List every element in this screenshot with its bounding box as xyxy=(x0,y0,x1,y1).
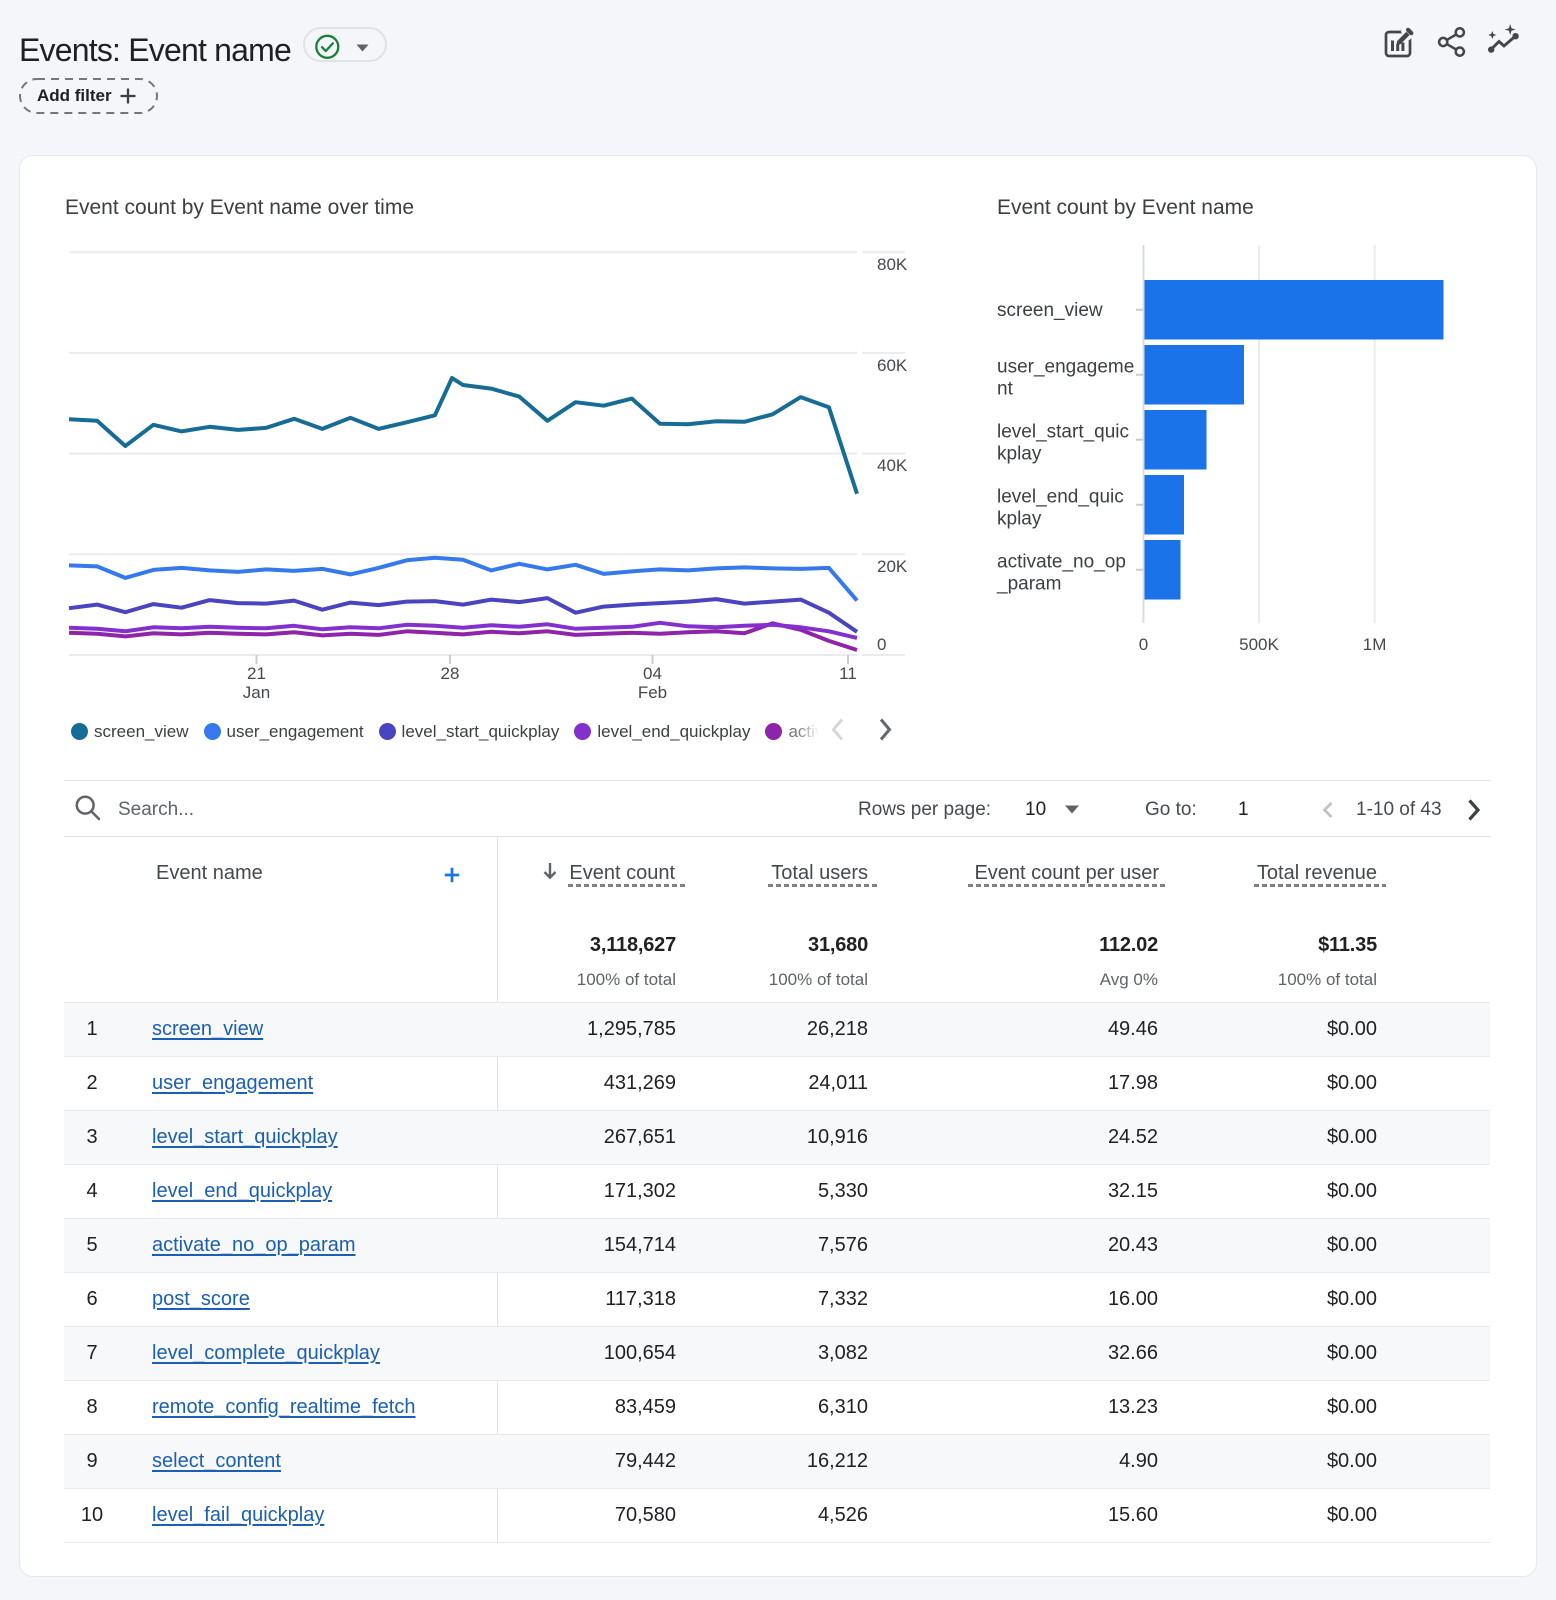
svg-text:28: 28 xyxy=(441,664,460,683)
svg-text:04: 04 xyxy=(643,664,662,683)
svg-text:0: 0 xyxy=(1139,635,1148,654)
svg-text:21: 21 xyxy=(247,664,266,683)
svg-text:kplay: kplay xyxy=(997,509,1042,530)
svg-text:_param: _param xyxy=(996,574,1061,595)
svg-text:level_end_quic: level_end_quic xyxy=(997,487,1124,508)
svg-text:Jan: Jan xyxy=(243,683,270,702)
svg-text:activate_no_op: activate_no_op xyxy=(997,552,1126,573)
svg-text:level_start_quic: level_start_quic xyxy=(997,422,1129,443)
svg-text:1M: 1M xyxy=(1363,635,1387,654)
svg-text:user_engageme: user_engageme xyxy=(997,357,1134,378)
svg-text:kplay: kplay xyxy=(997,444,1042,465)
svg-text:0: 0 xyxy=(877,635,886,654)
svg-text:500K: 500K xyxy=(1239,635,1279,654)
svg-text:20K: 20K xyxy=(877,557,908,576)
svg-text:nt: nt xyxy=(997,379,1014,400)
svg-text:11: 11 xyxy=(839,664,857,683)
svg-text:60K: 60K xyxy=(877,356,908,375)
svg-text:Feb: Feb xyxy=(638,683,667,702)
svg-text:screen_view: screen_view xyxy=(997,300,1103,321)
svg-text:80K: 80K xyxy=(877,255,908,274)
svg-text:40K: 40K xyxy=(877,456,908,475)
